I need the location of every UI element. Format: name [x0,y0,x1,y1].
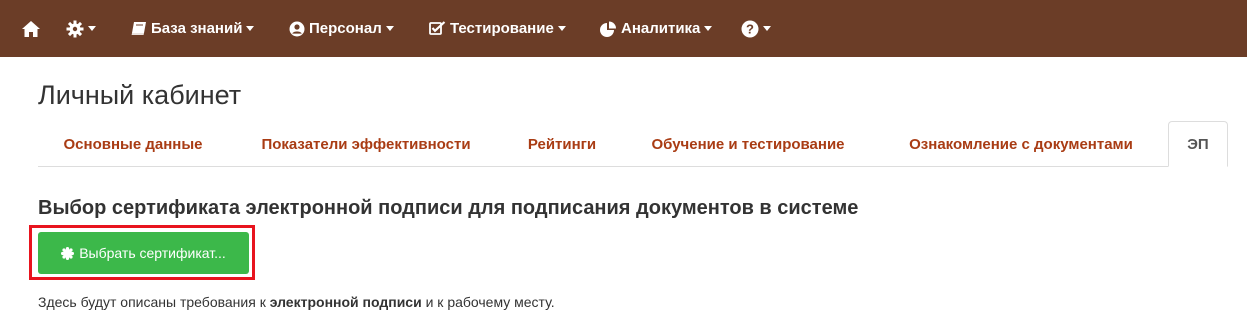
svg-text:?: ? [746,21,754,36]
chevron-down-icon [557,26,566,31]
page-title: Личный кабинет [38,80,242,110]
nav-testing-label: Тестирование [450,20,554,37]
tab-main-data[interactable]: Основные данные [38,122,228,166]
chevron-down-icon [704,26,713,31]
user-circle-icon [289,21,305,37]
certificate-icon [61,246,75,260]
home-link[interactable] [21,0,41,57]
nav-knowledge-base[interactable]: База знаний [131,0,255,57]
nav-analytics-label: Аналитика [621,20,701,37]
nav-testing[interactable]: Тестирование [429,0,566,57]
question-circle-icon: ? [741,20,759,38]
tab-training-testing[interactable]: Обучение и тестирование [622,122,874,166]
settings-menu[interactable] [66,0,96,57]
tab-performance[interactable]: Показатели эффективности [230,122,502,166]
section-heading: Выбор сертификата электронной подписи дл… [38,197,859,219]
book-icon [131,21,147,36]
gear-icon [66,20,84,38]
description-text-bold: электронной подписи [269,294,422,310]
chevron-down-icon [385,26,394,31]
tabs-divider [38,166,1228,167]
tab-documents-review[interactable]: Ознакомление с документами [878,122,1164,166]
home-icon [21,20,41,38]
nav-knowledge-base-label: База знаний [151,20,243,37]
help-menu[interactable]: ? [741,0,771,57]
checkbox-edit-icon [429,21,446,36]
description-text-start: Здесь будут описаны требования к [38,294,270,310]
nav-personnel[interactable]: Персонал [289,0,394,57]
nav-personnel-label: Персонал [309,20,382,37]
pie-chart-icon [600,21,617,37]
tab-ratings[interactable]: Рейтинги [506,122,618,166]
top-navbar: База знаний Персонал Тестирование Аналит… [0,0,1247,57]
chevron-down-icon [246,26,255,31]
chevron-down-icon [763,26,771,31]
tab-digital-signature[interactable]: ЭП [1168,121,1228,167]
select-certificate-button[interactable]: Выбрать сертификат... [38,232,249,274]
chevron-down-icon [88,26,96,31]
requirements-description: Здесь будут описаны требования к электро… [38,294,555,310]
description-text-end: и к рабочему месту. [421,294,555,310]
nav-analytics[interactable]: Аналитика [600,0,713,57]
select-certificate-label: Выбрать сертификат... [79,245,226,261]
